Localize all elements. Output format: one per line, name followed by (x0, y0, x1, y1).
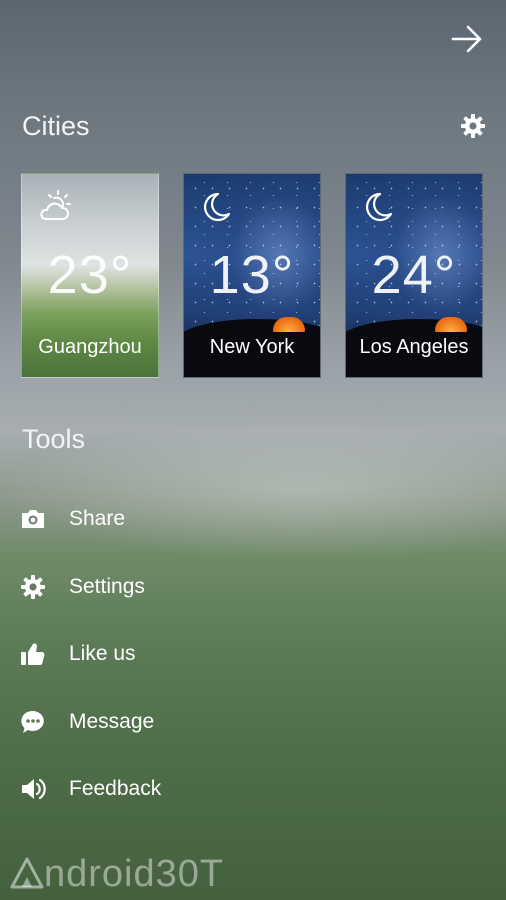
tent-image (273, 317, 305, 332)
thumbs-up-icon (21, 643, 45, 665)
city-temperature: 24° (371, 245, 457, 305)
city-name: New York (209, 336, 295, 358)
chat-bubble-icon (21, 710, 44, 733)
tool-item-share[interactable]: Share (20, 502, 320, 536)
watermark-text: ndroid30T (44, 853, 225, 895)
tools-title: Tools (22, 424, 86, 454)
partly-cloudy-icon (40, 190, 71, 220)
gear-icon[interactable] (460, 113, 486, 139)
tool-item-label: Settings (69, 575, 145, 598)
tool-item-label: Like us (69, 642, 136, 665)
arrow-right-icon[interactable] (450, 22, 484, 56)
city-name: Los Angeles (359, 336, 469, 358)
city-cards: 23° Guangzhou 13° New York 24° Los Angel… (21, 173, 485, 379)
tool-item-like-us[interactable]: Like us (20, 637, 320, 671)
tool-item-label: Message (69, 710, 155, 733)
city-card-los-angeles[interactable]: 24° Los Angeles (345, 173, 483, 378)
camera-icon (22, 510, 44, 528)
tool-item-label: Feedback (69, 777, 162, 800)
tool-item-message[interactable]: Message (20, 705, 320, 739)
city-card-guangzhou[interactable]: 23° Guangzhou (21, 173, 159, 378)
triangle-logo-icon (10, 857, 44, 889)
speaker-icon (22, 778, 46, 800)
tool-item-label: Share (69, 507, 126, 530)
tool-item-settings[interactable]: Settings (20, 570, 320, 604)
gear-icon (21, 575, 45, 599)
moon-icon (365, 192, 393, 222)
moon-icon (203, 192, 231, 222)
city-temperature: 23° (47, 245, 133, 305)
city-temperature: 13° (209, 245, 295, 305)
tent-image (435, 317, 467, 332)
tool-item-feedback[interactable]: Feedback (20, 772, 320, 806)
city-card-new-york[interactable]: 13° New York (183, 173, 321, 378)
city-name: Guangzhou (38, 336, 142, 358)
watermark: ndroid30T (10, 853, 224, 896)
cities-title: Cities (22, 111, 90, 141)
